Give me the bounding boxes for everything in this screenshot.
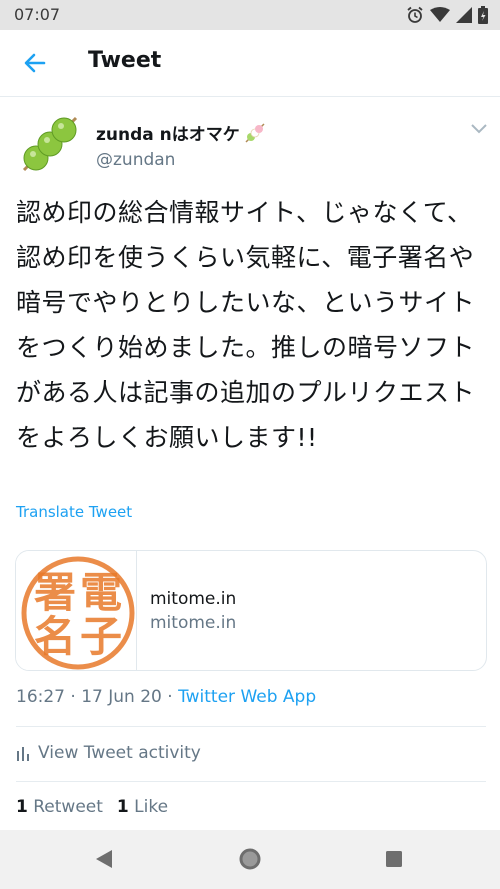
retweet-stat[interactable]: 1 Retweet <box>16 797 103 817</box>
like-stat[interactable]: 1 Like <box>117 797 168 817</box>
divider <box>16 726 486 727</box>
status-bar: 07:07 <box>0 0 500 30</box>
link-card-domain: mitome.in <box>150 613 237 633</box>
like-label: Like <box>134 797 169 817</box>
home-circle-icon[interactable] <box>238 847 262 871</box>
display-name-text: zunda nはオマケ <box>96 125 240 145</box>
avatar[interactable] <box>18 112 82 176</box>
user-handle[interactable]: @zundan <box>96 150 175 170</box>
link-card[interactable]: 電 子 署 名 mitome.in mitome.in <box>15 550 487 671</box>
dango-emoji-icon <box>245 122 265 143</box>
hanko-stamp-image: 電 子 署 名 <box>21 556 135 670</box>
tweet-meta: 16:27 · 17 Jun 20 · Twitter Web App <box>16 687 316 707</box>
link-card-thumbnail: 電 子 署 名 <box>16 551 137 670</box>
link-card-title: mitome.in <box>150 589 237 609</box>
tweet-text: 認め印の総合情報サイト、じゃなくて、認め印を使うくらい気軽に、電子署名や暗号でや… <box>16 198 476 452</box>
divider <box>16 781 486 782</box>
stamp-char: 署 <box>34 568 76 617</box>
chevron-down-icon[interactable] <box>470 123 488 135</box>
retweet-count: 1 <box>16 797 28 817</box>
stamp-char: 子 <box>80 612 122 661</box>
status-time: 07:07 <box>14 5 61 24</box>
stamp-char: 名 <box>34 612 76 661</box>
tweet-stats: 1 Retweet 1 Like <box>16 797 168 817</box>
arrow-left-icon[interactable] <box>22 50 48 76</box>
wifi-icon <box>430 7 450 22</box>
stamp-char: 電 <box>80 568 122 617</box>
app-bar: Tweet <box>0 30 500 97</box>
signal-icon <box>456 7 472 23</box>
retweet-label: Retweet <box>33 797 103 817</box>
battery-icon <box>478 6 488 24</box>
page-title: Tweet <box>88 48 162 73</box>
system-nav-bar <box>0 830 500 889</box>
like-count: 1 <box>116 797 129 817</box>
alarm-icon <box>407 6 423 23</box>
status-icons <box>406 6 488 24</box>
back-triangle-icon[interactable] <box>94 848 114 870</box>
bar-chart-icon <box>17 747 29 761</box>
translate-tweet-link[interactable]: Translate Tweet <box>16 503 132 521</box>
view-tweet-activity-button[interactable]: View Tweet activity <box>16 743 201 763</box>
recents-square-icon[interactable] <box>385 850 403 868</box>
activity-label: View Tweet activity <box>38 743 201 763</box>
tweet-source-link[interactable]: Twitter Web App <box>178 687 316 707</box>
tweet-timestamp: 16:27 · 17 Jun 20 · <box>16 687 179 707</box>
display-name[interactable]: zunda nはオマケ <box>96 120 266 145</box>
